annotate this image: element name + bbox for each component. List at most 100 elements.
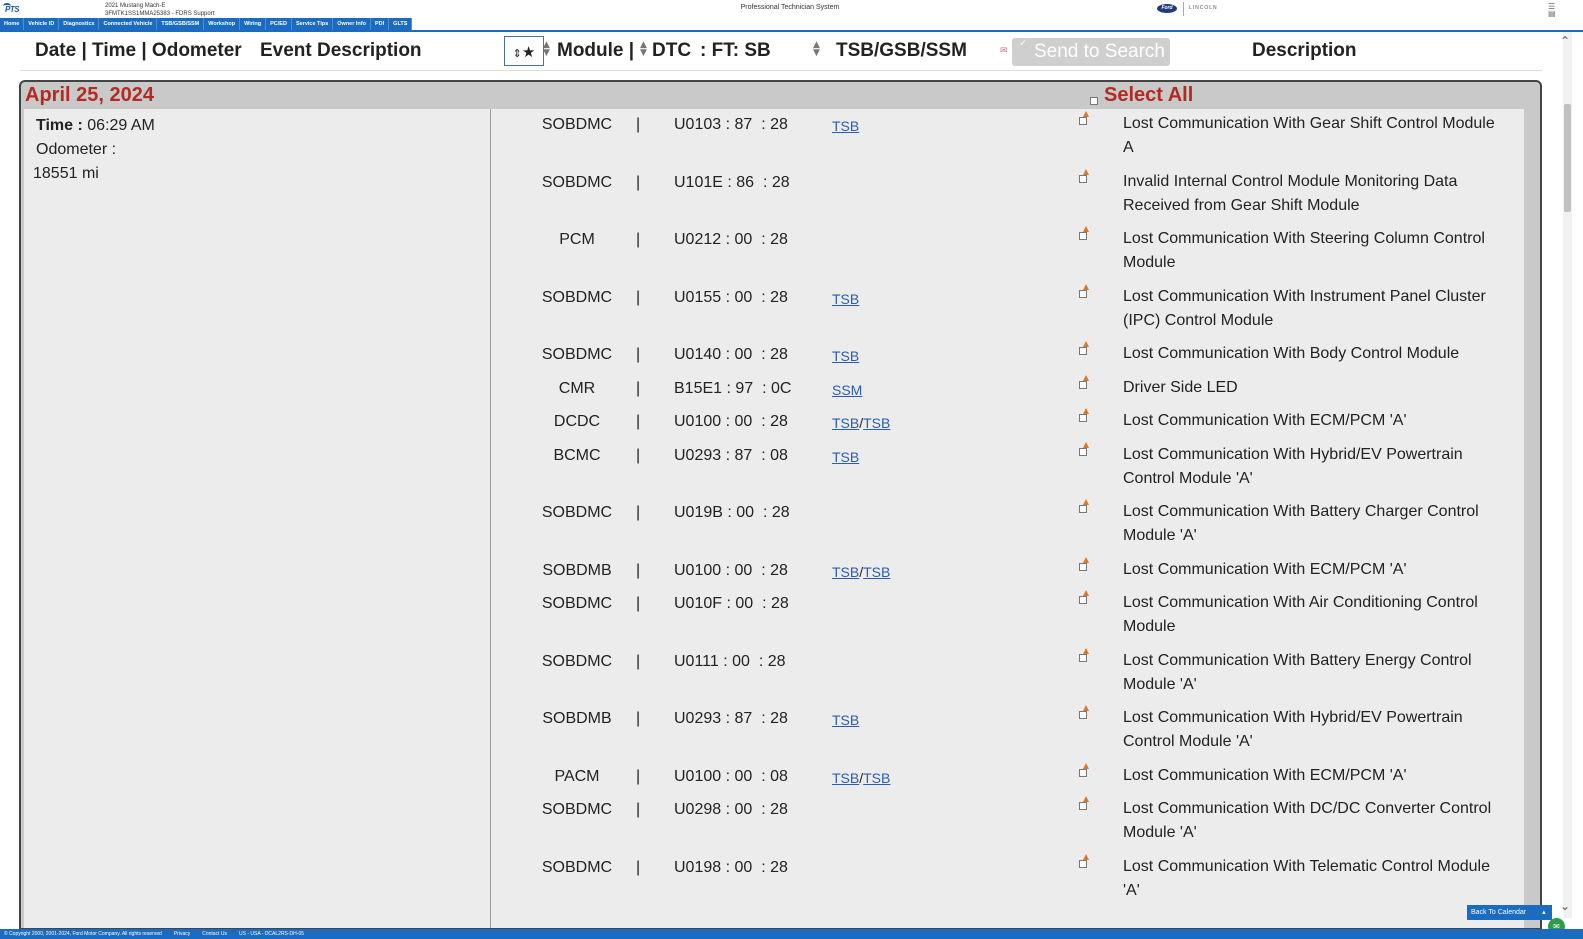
dtc-code-group: U0111 : 00 : 28 bbox=[674, 653, 786, 671]
select-row-checkbox[interactable] bbox=[1079, 853, 1089, 868]
dtc-description: Driver Side LED bbox=[1123, 378, 1238, 396]
scroll-down-icon[interactable]: ⌄ bbox=[1560, 899, 1570, 913]
failure-type: 00 bbox=[734, 346, 753, 363]
select-row-checkbox[interactable] bbox=[1079, 796, 1089, 810]
col-date-time-odometer[interactable]: Date | Time | Odometer bbox=[35, 40, 242, 62]
nav-item-owner-info[interactable]: Owner Info bbox=[333, 18, 371, 30]
select-row-checkbox[interactable] bbox=[1079, 441, 1089, 456]
nav-item-connected-vehicle[interactable]: Connected Vehicle bbox=[99, 18, 158, 30]
select-row-checkbox[interactable] bbox=[1079, 408, 1089, 422]
nav-item-workshop[interactable]: Workshop bbox=[204, 18, 241, 30]
dtc-code: U0100 bbox=[674, 413, 722, 430]
colon: : bbox=[721, 288, 735, 306]
nav-item-glts[interactable]: GLTS bbox=[389, 18, 413, 30]
brand-divider bbox=[1183, 2, 1184, 16]
colon: : bbox=[721, 413, 735, 430]
failure-type: 00 bbox=[734, 413, 753, 430]
nav-item-tsb-gsb-ssm[interactable]: TSB/GSB/SSM bbox=[157, 18, 205, 30]
dtc-code-group: B15E1 : 97 : 0C bbox=[674, 380, 791, 398]
bulletin-links: TSB bbox=[832, 118, 859, 134]
separator: | bbox=[636, 116, 641, 133]
select-row-checkbox[interactable] bbox=[1079, 647, 1089, 662]
tsb-link[interactable]: TSB bbox=[863, 770, 890, 786]
sort-dtc-icon[interactable]: ▲ ▼ bbox=[640, 41, 650, 59]
separator: | bbox=[636, 858, 641, 876]
select-row-checkbox[interactable] bbox=[1079, 168, 1089, 183]
failure-type: 00 bbox=[732, 652, 750, 670]
nav-item-vehicle-id[interactable]: Vehicle ID bbox=[24, 18, 60, 30]
checkbox-icon bbox=[1079, 711, 1087, 719]
top-right-icons[interactable]: ☰ ▤ bbox=[1548, 3, 1556, 18]
select-row-checkbox[interactable] bbox=[1079, 374, 1089, 389]
sort-arrows-icon: ⇕ bbox=[512, 47, 522, 60]
nav-item-wiring[interactable]: Wiring bbox=[240, 18, 267, 30]
nav-underline bbox=[0, 30, 1583, 32]
tsb-link[interactable]: TSB bbox=[832, 712, 859, 728]
select-row-checkbox[interactable] bbox=[1079, 499, 1089, 513]
tsb-link[interactable]: TSB bbox=[832, 291, 859, 307]
ssm-link[interactable]: SSM bbox=[832, 382, 862, 398]
col-tsb-gsb-ssm[interactable]: TSB/GSB/SSM bbox=[836, 40, 967, 62]
select-row-checkbox[interactable] bbox=[1079, 705, 1089, 719]
select-row-checkbox[interactable] bbox=[1079, 226, 1089, 240]
select-row-checkbox[interactable] bbox=[1079, 283, 1089, 298]
pts-logo[interactable]: PTS bbox=[3, 3, 27, 14]
nav-item-diagnostics[interactable]: Diagnostics bbox=[59, 18, 100, 30]
col-module[interactable]: Module | bbox=[557, 40, 634, 62]
nav-item-home[interactable]: Home bbox=[0, 18, 25, 30]
select-row-checkbox[interactable] bbox=[1079, 111, 1089, 125]
dtc-code: U0100 bbox=[674, 767, 722, 785]
nav-item-pdi[interactable]: PDI bbox=[371, 18, 390, 30]
tsb-link[interactable]: TSB bbox=[832, 118, 859, 134]
select-all-link[interactable]: Select All bbox=[1104, 84, 1193, 107]
select-row-checkbox[interactable] bbox=[1079, 762, 1089, 777]
module-name: SOBDMC bbox=[541, 173, 613, 191]
status-byte: 28 bbox=[770, 231, 788, 248]
send-to-search-button[interactable]: ✓ Send to Search bbox=[1012, 38, 1170, 66]
select-row-checkbox[interactable] bbox=[1079, 590, 1089, 604]
scroll-up-icon[interactable]: ⌃ bbox=[1560, 34, 1570, 48]
dtc-description: Lost Communication With Battery Energy C… bbox=[1123, 651, 1472, 693]
footer-link[interactable]: Contact Us bbox=[202, 931, 227, 937]
colon: : bbox=[722, 173, 737, 191]
tsb-link[interactable]: TSB bbox=[832, 564, 859, 580]
colon: : bbox=[718, 652, 733, 670]
tsb-link[interactable]: TSB bbox=[832, 415, 859, 431]
dtc-description: Lost Communication With Hybrid/EV Powert… bbox=[1123, 709, 1463, 750]
status-byte: 28 bbox=[770, 710, 788, 727]
colon: : bbox=[752, 288, 771, 306]
dtc-description: Lost Communication With DC/DC Converter … bbox=[1123, 800, 1492, 841]
flag-icon[interactable]: ▤ bbox=[1548, 10, 1556, 18]
checkbox-icon bbox=[1079, 596, 1087, 604]
nav-item-pc-ed[interactable]: PC/ED bbox=[266, 18, 292, 30]
footer-link[interactable]: Privacy bbox=[174, 931, 190, 937]
failure-type: 00 bbox=[734, 858, 753, 876]
dtc-code: U010F bbox=[674, 595, 723, 612]
col-dtc[interactable]: DTC bbox=[652, 40, 691, 62]
scroll-thumb[interactable] bbox=[1564, 104, 1571, 212]
tsb-link[interactable]: TSB bbox=[863, 415, 890, 431]
separator: | bbox=[636, 379, 641, 397]
back-to-calendar-button[interactable]: Back To Calendar ▴ bbox=[1467, 905, 1552, 920]
module-name: SOBDMC bbox=[541, 595, 613, 612]
select-row-checkbox[interactable] bbox=[1079, 556, 1089, 571]
vehicle-info: 2021 Mustang Mach-E 3FMTK1SS1MMA25383 - … bbox=[105, 2, 214, 18]
vehicle-vin: 3FMTK1SS1MMA25383 - FDRS Support bbox=[105, 11, 215, 17]
event-date: April 25, 2024 bbox=[25, 84, 154, 106]
bulletin-links: TSB bbox=[832, 291, 859, 307]
sort-module-icon[interactable]: ▲ ▼ bbox=[543, 41, 553, 59]
select-all-checkbox[interactable] bbox=[1090, 97, 1098, 105]
tsb-link[interactable]: TSB bbox=[832, 770, 859, 786]
status-byte: 28 bbox=[767, 652, 786, 670]
tsb-link[interactable]: TSB bbox=[832, 449, 859, 465]
dtc-code-group: U019B : 00 : 28 bbox=[674, 504, 790, 522]
star-sort-button[interactable]: ⇕★ bbox=[504, 36, 544, 66]
tsb-link[interactable]: TSB bbox=[863, 564, 890, 580]
separator: | bbox=[636, 288, 641, 306]
page-scrollbar[interactable]: ⌃ ⌄ bbox=[1552, 32, 1583, 918]
sort-tsb-icon[interactable]: ▲ ▼ bbox=[813, 41, 823, 59]
checkbox-icon bbox=[1079, 414, 1087, 422]
nav-item-service-tips[interactable]: Service Tips bbox=[292, 18, 334, 30]
select-row-checkbox[interactable] bbox=[1079, 341, 1089, 355]
tsb-link[interactable]: TSB bbox=[832, 348, 859, 364]
